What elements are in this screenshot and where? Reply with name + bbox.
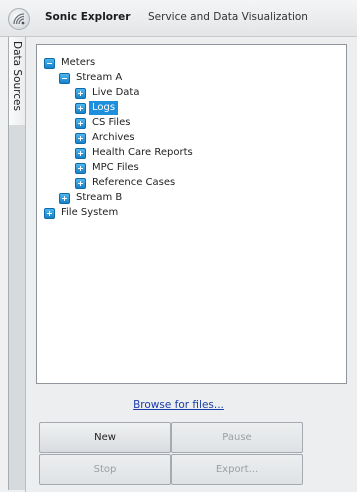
expand-icon[interactable] — [59, 193, 70, 204]
expand-icon[interactable] — [75, 148, 86, 159]
app-logo-icon — [8, 8, 30, 30]
data-source-tree[interactable]: Meters Stream A Live Data Logs CS Files … — [36, 44, 347, 384]
new-button[interactable]: New — [39, 422, 171, 453]
export-button[interactable]: Export... — [171, 454, 303, 485]
tree-node-label: Stream A — [76, 72, 123, 83]
expand-icon[interactable] — [44, 208, 55, 219]
expand-icon[interactable] — [75, 133, 86, 144]
tree-node-label: Meters — [61, 57, 96, 68]
tree-node-label: File System — [61, 207, 119, 218]
side-tab-strip — [8, 125, 26, 490]
collapse-icon[interactable] — [59, 73, 70, 84]
expand-icon[interactable] — [75, 88, 86, 99]
tab-data-sources-label: Data Sources — [11, 41, 23, 111]
expand-icon[interactable] — [75, 118, 86, 129]
expand-icon[interactable] — [75, 178, 86, 189]
expand-icon[interactable] — [75, 163, 86, 174]
app-name: Sonic Explorer — [45, 11, 131, 23]
tree-node-label-selected: Logs — [89, 101, 119, 115]
tree-node-label: Live Data — [92, 87, 140, 98]
tree-node-label: MPC Files — [92, 162, 139, 173]
tree-node-label: CS Files — [92, 117, 131, 128]
browse-files-link[interactable]: Browse for files... — [0, 399, 357, 411]
expand-icon[interactable] — [75, 103, 86, 114]
tree-node-label: Health Care Reports — [92, 147, 193, 158]
app-subtitle: Service and Data Visualization — [148, 11, 308, 23]
stop-button[interactable]: Stop — [39, 454, 171, 485]
title-bar: Sonic Explorer Service and Data Visualiz… — [0, 0, 357, 37]
tree-node-label: Reference Cases — [92, 177, 176, 188]
pause-button[interactable]: Pause — [171, 422, 303, 453]
tree-node-label: Stream B — [76, 192, 123, 203]
collapse-icon[interactable] — [44, 58, 55, 69]
tree-node-label: Archives — [92, 132, 135, 143]
